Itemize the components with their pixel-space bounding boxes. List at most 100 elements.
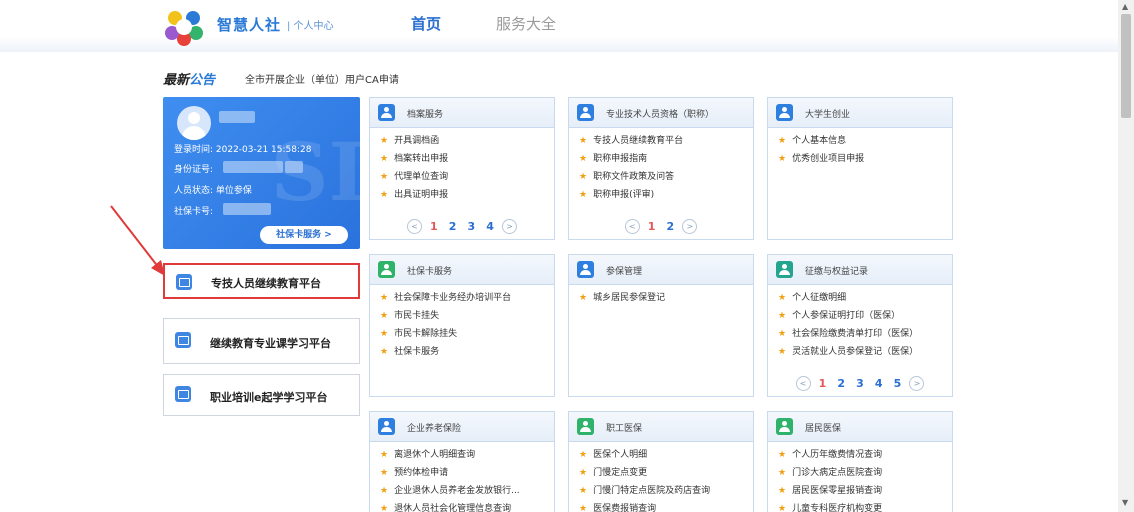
- pager-prev-button[interactable]: <: [624, 219, 640, 234]
- box-title[interactable]: 大学生创业: [805, 107, 850, 120]
- login-time: 登录时间: 2022-03-21 15:58:28: [174, 145, 312, 155]
- list-item[interactable]: ★ 专技人员继续教育平台: [579, 132, 753, 150]
- star-icon: ★: [778, 136, 787, 146]
- page-4[interactable]: 4: [875, 377, 883, 390]
- brand-title: 智慧人社: [217, 16, 282, 34]
- box-title[interactable]: 企业养老保险: [407, 421, 461, 434]
- list-item[interactable]: ★ 医保费报销查询: [579, 500, 753, 512]
- list-item[interactable]: ★ 企业退休人员养老金发放银行...: [380, 482, 554, 500]
- star-icon: ★: [380, 154, 389, 164]
- star-icon: ★: [380, 136, 389, 146]
- box-list: ★ 城乡居民参保登记: [569, 285, 753, 307]
- list-item[interactable]: ★ 职称申报指南: [579, 150, 753, 168]
- scroll-down-icon[interactable]: ▼: [1122, 498, 1128, 507]
- pager-prev-button[interactable]: <: [795, 376, 811, 391]
- platform-icon: [175, 332, 191, 348]
- vertical-scrollbar[interactable]: ▲ ▼: [1118, 0, 1134, 512]
- box-title[interactable]: 职工医保: [606, 421, 642, 434]
- page-1[interactable]: 1: [648, 220, 656, 233]
- user-icon: [378, 418, 395, 435]
- star-icon: ★: [380, 450, 389, 460]
- box-contribution-records: 征缴与权益记录 ★ 个人征缴明细 ★ 个人参保证明打印（医保） ★ 社会保险缴费清单打…: [767, 254, 953, 397]
- page-2[interactable]: 2: [449, 220, 457, 233]
- box-college: 大学生创业 ★ 个人基本信息 ★ 优秀创业项目申报: [767, 97, 953, 240]
- list-item[interactable]: ★ 档案转出申报: [380, 150, 554, 168]
- page-3[interactable]: 3: [468, 220, 476, 233]
- box-title[interactable]: 档案服务: [407, 107, 443, 120]
- star-icon: ★: [579, 154, 588, 164]
- user-icon: [378, 104, 395, 121]
- shield-icon: [577, 418, 594, 435]
- scroll-up-icon[interactable]: ▲: [1122, 2, 1128, 11]
- scrollbar-thumb[interactable]: [1121, 14, 1131, 118]
- card-service-button[interactable]: 社保卡服务 >: [260, 226, 348, 244]
- list-item[interactable]: ★ 个人历年缴费情况查询: [778, 446, 952, 464]
- list-item[interactable]: ★ 个人基本信息: [778, 132, 952, 150]
- page-2[interactable]: 2: [667, 220, 675, 233]
- box-professional: 专业技术人员资格（职称） ★ 专技人员继续教育平台 ★ 职称申报指南 ★ 职称文件政策…: [568, 97, 754, 240]
- star-icon: ★: [380, 468, 389, 478]
- list-item[interactable]: ★ 职称文件政策及问答: [579, 168, 753, 186]
- box-title[interactable]: 居民医保: [805, 421, 841, 434]
- box-header: 档案服务: [370, 98, 554, 128]
- list-item[interactable]: ★ 退休人员社会化管理信息查询: [380, 500, 554, 512]
- page-1[interactable]: 1: [819, 377, 827, 390]
- list-item[interactable]: ★ 市民卡解除挂失: [380, 325, 554, 343]
- card-redacted: [223, 203, 271, 215]
- page-5[interactable]: 5: [894, 377, 902, 390]
- list-item[interactable]: ★ 门诊大病定点医院查询: [778, 464, 952, 482]
- notice-link[interactable]: 全市开展企业（单位）用户CA申请: [245, 71, 399, 86]
- pager-next-button[interactable]: >: [502, 219, 518, 234]
- list-item[interactable]: ★ 代理单位查询: [380, 168, 554, 186]
- box-archives: 档案服务 ★ 开具调档函 ★ 档案转出申报 ★ 代理单位查询 ★ 出具证明申报 < 1 …: [369, 97, 555, 240]
- nav-home[interactable]: 首页: [411, 13, 441, 34]
- user-icon: [577, 104, 594, 121]
- pager-prev-button[interactable]: <: [406, 219, 422, 234]
- list-item[interactable]: ★ 城乡居民参保登记: [579, 289, 753, 307]
- box-title[interactable]: 专业技术人员资格（职称）: [606, 107, 714, 120]
- platform-professional-course-button[interactable]: 继续教育专业课学习平台: [163, 318, 360, 364]
- box-title[interactable]: 征缴与权益记录: [805, 264, 868, 277]
- platform-vocational-training-button[interactable]: 职业培训e起学学习平台: [163, 374, 360, 416]
- list-item[interactable]: ★ 离退休个人明细查询: [380, 446, 554, 464]
- list-item[interactable]: ★ 市民卡挂失: [380, 307, 554, 325]
- pager-next-button[interactable]: >: [909, 376, 925, 391]
- box-header: 职工医保: [569, 412, 753, 442]
- page-3[interactable]: 3: [856, 377, 864, 390]
- nav-services[interactable]: 服务大全: [496, 13, 556, 34]
- page-1[interactable]: 1: [430, 220, 438, 233]
- box-title[interactable]: 社保卡服务: [407, 264, 452, 277]
- list-item[interactable]: ★ 儿童专科医疗机构变更: [778, 500, 952, 512]
- list-item[interactable]: ★ 开具调档函: [380, 132, 554, 150]
- list-item[interactable]: ★ 优秀创业项目申报: [778, 150, 952, 168]
- list-item[interactable]: ★ 社保卡服务: [380, 343, 554, 361]
- notice-tag-part-a: 最新: [163, 73, 190, 88]
- list-item[interactable]: ★ 职称申报(评审): [579, 186, 753, 204]
- page-4[interactable]: 4: [486, 220, 494, 233]
- list-item[interactable]: ★ 门慢定点变更: [579, 464, 753, 482]
- star-icon: ★: [579, 468, 588, 478]
- list-item[interactable]: ★ 预约体检申请: [380, 464, 554, 482]
- list-item[interactable]: ★ 社会保障卡业务经办培训平台: [380, 289, 554, 307]
- list-item[interactable]: ★ 个人参保证明打印（医保）: [778, 307, 952, 325]
- box-title[interactable]: 参保管理: [606, 264, 642, 277]
- list-item[interactable]: ★ 个人征缴明细: [778, 289, 952, 307]
- red-arrow-icon: [110, 205, 165, 276]
- star-icon: ★: [778, 293, 787, 303]
- user-icon: [776, 261, 793, 278]
- list-item[interactable]: ★ 出具证明申报: [380, 186, 554, 204]
- card-watermark: SI: [270, 125, 360, 219]
- list-item[interactable]: ★ 居民医保零星报销查询: [778, 482, 952, 500]
- profile-card: SI 登录时间: 2022-03-21 15:58:28 身份证号: 人员状态:…: [163, 97, 360, 249]
- notice-tag-part-b: 公告: [189, 73, 216, 88]
- platform-cpd-button[interactable]: 专技人员继续教育平台: [163, 263, 360, 299]
- list-item[interactable]: ★ 门慢门特定点医院及药店查询: [579, 482, 753, 500]
- list-item[interactable]: ★ 社会保险缴费清单打印（医保）: [778, 325, 952, 343]
- list-item[interactable]: ★ 医保个人明细: [579, 446, 753, 464]
- logo-icon[interactable]: [163, 8, 205, 46]
- platform-label: 继续教育专业课学习平台: [210, 337, 331, 350]
- star-icon: ★: [778, 311, 787, 321]
- list-item[interactable]: ★ 灵活就业人员参保登记（医保）: [778, 343, 952, 361]
- page-2[interactable]: 2: [837, 377, 845, 390]
- pager-next-button[interactable]: >: [682, 219, 698, 234]
